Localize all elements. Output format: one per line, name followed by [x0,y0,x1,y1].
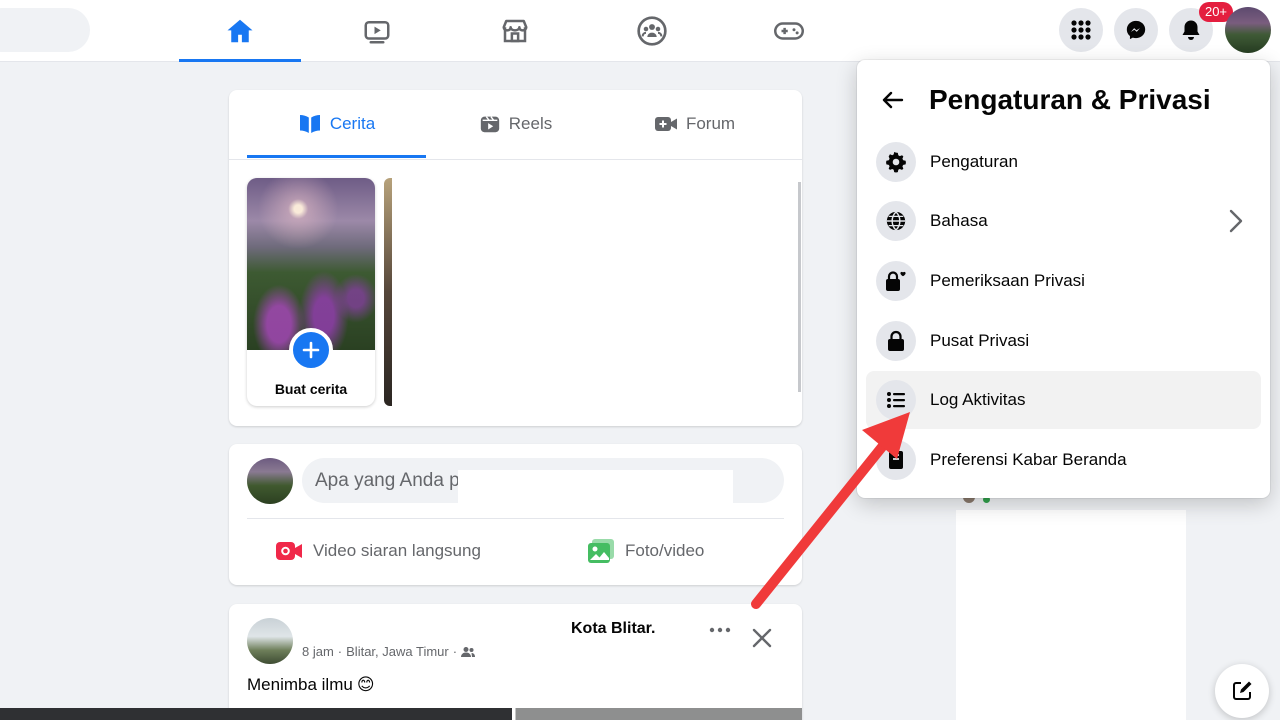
menu-icon-wrap [876,142,916,182]
tab-stories-label: Cerita [329,114,376,133]
list-icon [887,392,905,408]
plus-icon [302,341,320,359]
messenger-icon [1126,20,1146,40]
menu-button[interactable] [1059,8,1103,52]
lock-heart-icon [886,271,906,291]
globe-icon [886,211,906,231]
post-location: Blitar, Jawa Timur [346,644,449,659]
marketplace-icon [502,19,528,43]
photo-icon [588,539,614,563]
menu-item-label: Log Aktivitas [930,390,1026,409]
menu-icon-wrap [876,321,916,361]
menu-item-label: Pemeriksaan Privasi [930,271,1085,290]
arrow-left-icon [882,91,904,109]
post-text-body: Menimba ilmu [247,675,353,694]
book-icon [299,115,320,133]
menu-icon-wrap [876,380,916,420]
nav-tab-home[interactable] [179,0,301,62]
home-icon [227,19,253,43]
composer-avatar [247,458,293,504]
post-text: Menimba ilmu 😊 [247,675,375,695]
gear-icon [886,152,906,173]
post-author-name[interactable]: Kota Blitar. [571,620,655,638]
hide-post-button[interactable] [751,627,773,649]
nav-tab-gaming[interactable] [728,0,850,62]
create-story-label: Buat cerita [274,381,348,397]
menu-item-bahasa[interactable]: Bahasa [866,192,1261,250]
compose-icon [1233,681,1252,700]
search-box[interactable] [0,8,90,52]
create-story-card[interactable]: Buat cerita [247,178,375,406]
menu-title: Pengaturan & Privasi [929,84,1211,115]
menu-item-label: Preferensi Kabar Beranda [930,450,1127,469]
menu-item-pengaturan[interactable]: Pengaturan [866,133,1261,191]
groups-icon [637,16,667,46]
story-thumbnail[interactable] [384,178,392,406]
post-composer: Apa yang Anda p Video siaran langsung Fo… [229,444,802,585]
friends-audience-icon [461,646,476,657]
settings-privacy-menu: Pengaturan & Privasi Pengaturan Bahasa P… [857,60,1270,498]
menu-item-label: Pusat Privasi [930,331,1030,350]
menu-item-label: Pengaturan [930,152,1018,171]
feed-post: Kota Blitar. 8 jam · Blitar, Jawa Timur … [229,604,802,720]
tab-forum[interactable]: Forum [605,90,784,158]
photo-video-button[interactable]: Foto/video [587,534,704,568]
post-time[interactable]: 8 jam [302,644,334,659]
menu-item-label: Bahasa [930,211,988,230]
menu-item-pusat-privasi[interactable]: Pusat Privasi [866,312,1261,370]
chevron-right-icon [1229,209,1243,233]
watch-icon [364,21,390,44]
new-message-button[interactable] [1215,664,1269,718]
feed-preferences-icon [889,451,903,469]
gaming-icon [774,22,804,40]
nav-tab-watch[interactable] [316,0,438,62]
reels-icon [480,116,499,133]
post-author-avatar[interactable] [247,618,293,664]
photo-video-label: Foto/video [625,541,705,560]
back-button[interactable] [875,82,911,118]
tab-forum-label: Forum [685,114,736,133]
meta-separator: · [452,644,458,659]
menu-icon-wrap [876,261,916,301]
tab-reels[interactable]: Reels [426,90,605,158]
menu-icon-wrap [876,440,916,480]
messenger-button[interactable] [1114,8,1158,52]
redaction-box [458,470,733,503]
tabs-divider [229,159,802,160]
composer-divider [247,518,784,519]
stories-card: Cerita Reels Forum Buat cerita [229,90,802,426]
live-video-button[interactable]: Video siaran langsung [275,534,481,568]
live-video-label: Video siaran langsung [313,541,481,560]
story-profile-photo [247,178,375,350]
video-caption-bar [0,708,512,720]
add-story-button[interactable] [289,328,333,372]
lock-icon [888,330,904,351]
redaction-box [956,510,1186,720]
account-avatar[interactable] [1225,7,1271,53]
smile-emoji: 😊 [356,675,375,694]
menu-item-preferensi-kabar-beranda[interactable]: Preferensi Kabar Beranda [866,431,1261,489]
video-camera-icon [654,117,677,131]
grid-menu-icon [1071,20,1091,40]
bell-icon [1182,20,1200,40]
close-icon [752,628,772,648]
nav-tab-groups[interactable] [591,0,713,62]
post-options-button[interactable] [709,626,731,634]
tab-reels-label: Reels [508,114,553,133]
live-video-icon [276,542,302,560]
menu-item-log-aktivitas[interactable]: Log Aktivitas [866,371,1261,429]
scrollbar[interactable] [798,182,801,392]
tab-stories[interactable]: Cerita [247,90,426,158]
menu-icon-wrap [876,201,916,241]
top-navigation-bar: 20+ [0,0,1280,62]
meta-separator: · [337,644,343,659]
more-horizontal-icon [709,627,731,633]
menu-item-pemeriksaan-privasi[interactable]: Pemeriksaan Privasi [866,252,1261,310]
nav-tab-marketplace[interactable] [454,0,576,62]
post-meta: 8 jam · Blitar, Jawa Timur · [302,644,476,659]
